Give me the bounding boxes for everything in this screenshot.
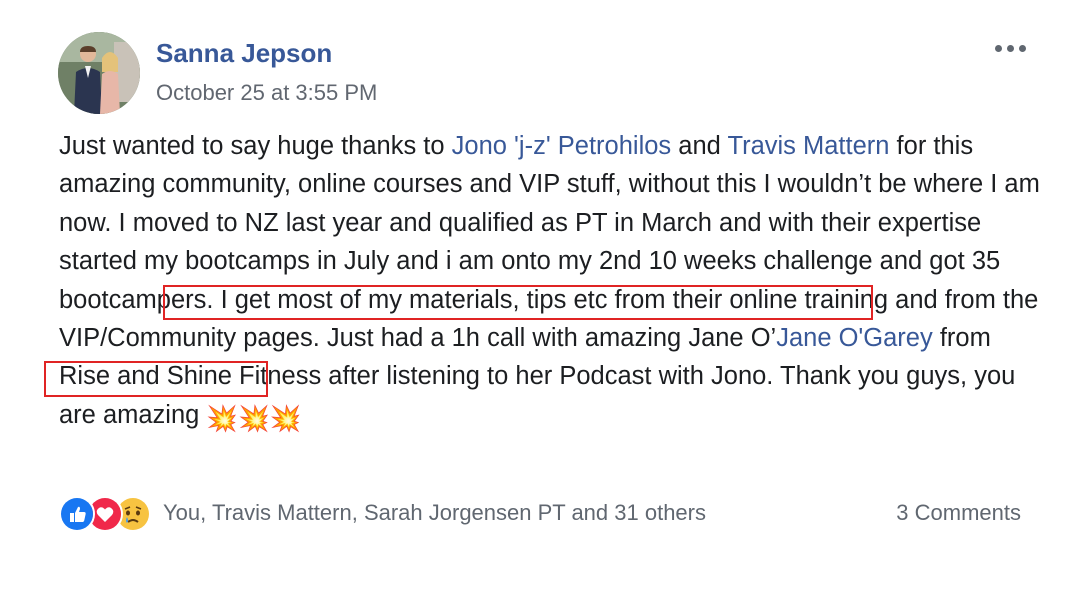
post-timestamp-link[interactable]: October 25 at 3:55 PM [156, 80, 377, 106]
post-text-segment: I get most of my materials, tips etc fro… [213, 285, 1039, 314]
reactions-summary[interactable] [59, 496, 151, 532]
avatar-photo [58, 32, 140, 114]
post-text-segment: pages. Just had a 1h call with amazing J… [236, 324, 777, 353]
more-options-icon-dot [1018, 44, 1026, 52]
post-text-segment: Just wanted to say huge thanks to [59, 132, 452, 160]
mention-jane-ogarey[interactable]: Jane O'Garey [776, 324, 933, 352]
mention-travis-mattern[interactable]: Travis Mattern [727, 132, 889, 160]
highlighted-phrase-vip-community: VIP/Community [59, 324, 237, 353]
like-icon [59, 496, 95, 532]
post-footer: You, Travis Mattern, Sarah Jorgensen PT … [59, 496, 1021, 532]
more-options-icon-dot [1006, 44, 1014, 52]
mention-jono-petrohilos[interactable]: Jono 'j-z' Petrohilos [452, 132, 672, 160]
post-text-segment: and [671, 132, 728, 160]
post-body: Just wanted to say huge thanks to Jono '… [59, 127, 1044, 438]
more-options-button[interactable] [990, 38, 1030, 58]
collision-emoji-icons: 💥💥💥 [206, 404, 302, 433]
more-options-icon [994, 44, 1002, 52]
reaction-names-link[interactable]: You, Travis Mattern, Sarah Jorgensen PT … [163, 500, 706, 526]
author-avatar[interactable] [58, 32, 140, 114]
author-name-link[interactable]: Sanna Jepson [156, 38, 332, 69]
comments-count-link[interactable]: 3 Comments [896, 500, 1021, 526]
